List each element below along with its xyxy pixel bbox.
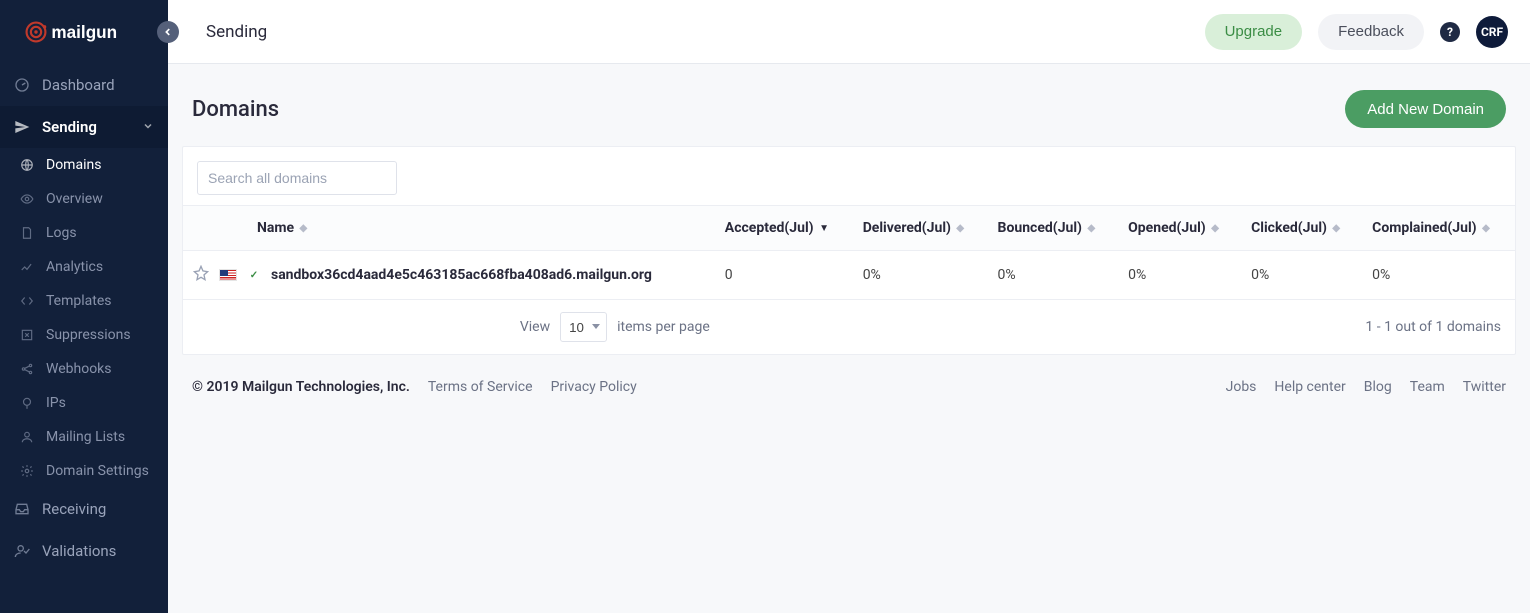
pager-count: 1 - 1 out of 1 domains bbox=[1365, 319, 1501, 335]
sidebar-item-label: Validations bbox=[42, 542, 116, 560]
footer: © 2019 Mailgun Technologies, Inc. Terms … bbox=[168, 355, 1530, 419]
share-icon bbox=[20, 362, 34, 376]
cell-bounced: 0% bbox=[988, 251, 1119, 300]
sidebar-item-label: Webhooks bbox=[46, 361, 112, 377]
sidebar-item-domains[interactable]: Domains bbox=[0, 148, 168, 182]
domain-link[interactable]: sandbox36cd4aad4e5c463185ac668fba408ad6.… bbox=[271, 267, 652, 283]
sort-icon: ◆ bbox=[300, 223, 308, 234]
footer-link-blog[interactable]: Blog bbox=[1364, 379, 1392, 395]
footer-link-help[interactable]: Help center bbox=[1274, 379, 1345, 395]
add-domain-button[interactable]: Add New Domain bbox=[1345, 90, 1506, 128]
pager-view-label: View bbox=[520, 319, 550, 335]
sidebar-item-label: Analytics bbox=[46, 259, 103, 275]
sidebar-item-label: Sending bbox=[42, 118, 97, 136]
inbox-icon bbox=[14, 501, 30, 517]
footer-link-terms[interactable]: Terms of Service bbox=[428, 379, 533, 395]
column-delivered[interactable]: Delivered(Jul) ◆ bbox=[853, 206, 988, 251]
sidebar-item-mailing-lists[interactable]: Mailing Lists bbox=[0, 420, 168, 454]
column-clicked[interactable]: Clicked(Jul) ◆ bbox=[1241, 206, 1362, 251]
footer-link-twitter[interactable]: Twitter bbox=[1463, 379, 1506, 395]
send-icon bbox=[14, 119, 30, 135]
column-opened[interactable]: Opened(Jul) ◆ bbox=[1118, 206, 1241, 251]
sidebar-item-webhooks[interactable]: Webhooks bbox=[0, 352, 168, 386]
column-name[interactable]: Name ◆ bbox=[183, 206, 715, 251]
cell-opened: 0% bbox=[1118, 251, 1241, 300]
us-flag-icon bbox=[219, 269, 237, 281]
sidebar-item-logs[interactable]: Logs bbox=[0, 216, 168, 250]
domains-card: Name ◆ Accepted(Jul) ▼ Delivered(Jul) ◆ … bbox=[182, 146, 1516, 355]
sidebar-item-sending[interactable]: Sending bbox=[0, 106, 168, 148]
collapse-sidebar-button[interactable] bbox=[157, 21, 179, 43]
avatar[interactable]: CRF bbox=[1476, 16, 1508, 48]
page-title: Domains bbox=[192, 97, 279, 122]
sidebar-item-label: Mailing Lists bbox=[46, 429, 125, 445]
footer-link-team[interactable]: Team bbox=[1410, 379, 1445, 395]
sidebar-item-suppressions[interactable]: Suppressions bbox=[0, 318, 168, 352]
cell-clicked: 0% bbox=[1241, 251, 1362, 300]
table-row: ✓ sandbox36cd4aad4e5c463185ac668fba408ad… bbox=[183, 251, 1515, 300]
user-check-icon bbox=[14, 543, 30, 559]
sort-icon: ◆ bbox=[1087, 223, 1095, 234]
sidebar-item-analytics[interactable]: Analytics bbox=[0, 250, 168, 284]
topbar: Sending Upgrade Feedback ? CRF bbox=[168, 0, 1530, 64]
pager-items-label: items per page bbox=[617, 319, 710, 335]
sidebar-item-label: Logs bbox=[46, 225, 77, 241]
cell-complained: 0% bbox=[1362, 251, 1515, 300]
cell-accepted: 0 bbox=[715, 251, 853, 300]
help-icon[interactable]: ? bbox=[1440, 22, 1460, 42]
globe-icon bbox=[20, 158, 34, 172]
footer-copyright: © 2019 Mailgun Technologies, Inc. bbox=[192, 379, 410, 395]
chart-icon bbox=[20, 260, 34, 274]
sidebar-item-label: Domain Settings bbox=[46, 463, 149, 479]
gauge-icon bbox=[14, 77, 30, 93]
sidebar-item-label: Suppressions bbox=[46, 327, 131, 343]
sidebar-item-domain-settings[interactable]: Domain Settings bbox=[0, 454, 168, 488]
sidebar-item-ips[interactable]: IPs bbox=[0, 386, 168, 420]
sort-icon: ◆ bbox=[1332, 223, 1340, 234]
page-header: Domains Add New Domain bbox=[168, 64, 1530, 146]
file-icon bbox=[20, 226, 34, 240]
sidebar-item-label: Dashboard bbox=[42, 76, 115, 94]
column-complained[interactable]: Complained(Jul) ◆ bbox=[1362, 206, 1515, 251]
sidebar: mailgun Dashboard Sending Domains bbox=[0, 0, 168, 613]
cell-delivered: 0% bbox=[853, 251, 988, 300]
per-page-select[interactable]: 10 bbox=[560, 312, 607, 342]
main: Sending Upgrade Feedback ? CRF Domains A… bbox=[168, 0, 1530, 613]
sidebar-item-overview[interactable]: Overview bbox=[0, 182, 168, 216]
x-square-icon bbox=[20, 328, 34, 342]
domains-table: Name ◆ Accepted(Jul) ▼ Delivered(Jul) ◆ … bbox=[183, 205, 1515, 300]
code-icon bbox=[20, 294, 34, 308]
user-icon bbox=[20, 430, 34, 444]
sort-icon: ◆ bbox=[1482, 223, 1490, 234]
sort-icon: ◆ bbox=[956, 223, 964, 234]
sort-desc-icon: ▼ bbox=[819, 223, 829, 234]
sidebar-item-label: Templates bbox=[46, 293, 112, 309]
brand-text: mailgun bbox=[51, 22, 117, 42]
gear-icon bbox=[20, 464, 34, 478]
footer-link-privacy[interactable]: Privacy Policy bbox=[551, 379, 637, 395]
sort-icon: ◆ bbox=[1211, 223, 1219, 234]
sidebar-item-dashboard[interactable]: Dashboard bbox=[0, 64, 168, 106]
sidebar-item-validations[interactable]: Validations bbox=[0, 530, 168, 572]
upgrade-button[interactable]: Upgrade bbox=[1205, 14, 1303, 50]
feedback-button[interactable]: Feedback bbox=[1318, 14, 1424, 50]
sidebar-item-label: IPs bbox=[46, 395, 66, 411]
column-bounced[interactable]: Bounced(Jul) ◆ bbox=[988, 206, 1119, 251]
sidebar-item-label: Domains bbox=[46, 157, 101, 173]
sidebar-item-label: Receiving bbox=[42, 500, 106, 518]
brand-logo[interactable]: mailgun bbox=[0, 0, 168, 64]
column-accepted[interactable]: Accepted(Jul) ▼ bbox=[715, 206, 853, 251]
breadcrumb: Sending bbox=[206, 22, 267, 42]
star-icon[interactable] bbox=[193, 265, 209, 285]
footer-link-jobs[interactable]: Jobs bbox=[1226, 379, 1257, 395]
verified-icon: ✓ bbox=[247, 268, 261, 282]
pin-icon bbox=[20, 396, 34, 410]
sidebar-item-receiving[interactable]: Receiving bbox=[0, 488, 168, 530]
chevron-down-icon bbox=[142, 118, 154, 136]
search-input[interactable] bbox=[197, 161, 397, 195]
sidebar-item-templates[interactable]: Templates bbox=[0, 284, 168, 318]
eye-icon bbox=[20, 192, 34, 206]
sidebar-item-label: Overview bbox=[46, 191, 103, 207]
